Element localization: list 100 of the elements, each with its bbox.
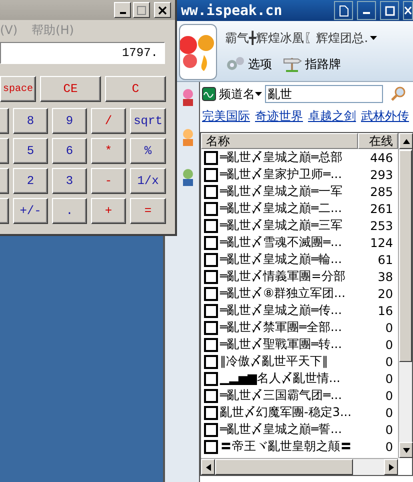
search-field[interactable]: 亂世 bbox=[265, 85, 383, 103]
category-link[interactable]: 武林外传 bbox=[361, 108, 409, 125]
column-header[interactable]: 在线 bbox=[358, 133, 398, 149]
checkbox[interactable] bbox=[204, 320, 218, 334]
category-link[interactable]: 完美国际 bbox=[202, 108, 250, 125]
channel-row[interactable]: ═亂世〆⑧群独立军团... 20 bbox=[201, 285, 398, 302]
fruit-logo-icon bbox=[179, 24, 217, 80]
channel-row[interactable]: ═亂世〆皇城之巔═輪... 61 bbox=[201, 251, 398, 268]
maximize-icon bbox=[384, 6, 394, 16]
search-icon[interactable] bbox=[390, 86, 406, 102]
online-count: 20 bbox=[376, 286, 394, 300]
channel-row[interactable]: ═亂世〆皇城之巔═二... 261 bbox=[201, 200, 398, 217]
channel-name: ═亂世〆皇城之巔═二... bbox=[220, 200, 343, 217]
channel-row[interactable]: 亂世〆幻魔军團-稳定3... 0 bbox=[201, 404, 398, 421]
caret-icon bbox=[255, 92, 262, 96]
checkbox[interactable] bbox=[204, 388, 218, 402]
checkbox[interactable] bbox=[204, 440, 218, 454]
checkbox[interactable] bbox=[204, 202, 218, 216]
calculator-key[interactable]: CE bbox=[40, 76, 101, 102]
checkbox[interactable] bbox=[204, 286, 218, 300]
calculator-key[interactable]: + bbox=[91, 198, 126, 224]
calculator-key[interactable]: 6 bbox=[52, 138, 87, 164]
online-count: 0 bbox=[384, 372, 394, 386]
toolbar-button[interactable]: 指路牌 bbox=[282, 56, 341, 72]
maximize-button[interactable] bbox=[380, 1, 399, 20]
online-count: 253 bbox=[369, 218, 394, 232]
online-count: 124 bbox=[369, 236, 394, 250]
channel-row[interactable]: ═亂世〆皇城之巔═一军 285 bbox=[201, 183, 398, 200]
online-count: 261 bbox=[369, 202, 394, 216]
up-arrow-icon bbox=[402, 138, 410, 144]
calculator-key[interactable]: +/- bbox=[13, 198, 48, 224]
channel-row[interactable]: ═亂世〆皇城之巔═传... 16 bbox=[201, 302, 398, 319]
checkbox[interactable] bbox=[204, 406, 218, 420]
calculator-key[interactable] bbox=[0, 108, 9, 134]
toolbar-button[interactable]: 选项 bbox=[225, 56, 272, 72]
column-header[interactable]: 名称 bbox=[201, 133, 358, 149]
channel-row[interactable]: ═亂世〆皇城之巔═总部 446 bbox=[201, 149, 398, 166]
channel-row[interactable]: ═亂世〆皇城之巔═誓... 0 bbox=[201, 421, 398, 438]
online-count: 0 bbox=[384, 338, 394, 352]
calculator-key[interactable]: / bbox=[91, 108, 126, 134]
scope-dropdown[interactable]: 频道名 bbox=[219, 86, 262, 102]
channel-row[interactable]: ═亂世〆雪魂不滅團═... 124 bbox=[201, 234, 398, 251]
channel-row[interactable]: ═亂世〆情義軍團=分部 38 bbox=[201, 268, 398, 285]
checkbox[interactable] bbox=[204, 304, 218, 318]
checkbox[interactable] bbox=[204, 168, 218, 182]
calculator-key[interactable]: - bbox=[91, 168, 126, 194]
channel-row[interactable]: ═亂世〆皇城之巔═三军 253 bbox=[201, 217, 398, 234]
calculator-display: 1797. bbox=[0, 42, 165, 64]
checkbox[interactable] bbox=[204, 236, 218, 250]
checkbox[interactable] bbox=[204, 252, 218, 266]
checkbox[interactable] bbox=[204, 372, 218, 386]
online-count: 293 bbox=[369, 168, 394, 182]
online-count: 0 bbox=[384, 354, 394, 368]
channel-name: ═亂世〆情義軍團=分部 bbox=[220, 268, 346, 285]
channel-name: ═亂世〆皇家护卫师═... bbox=[220, 166, 343, 183]
channel-row[interactable]: 〓帝王ヾ亂世皇朝之颠〓 0 bbox=[201, 438, 398, 455]
calculator-key[interactable]: 5 bbox=[13, 138, 48, 164]
note-button[interactable] bbox=[334, 1, 353, 20]
calculator-key[interactable]: 2 bbox=[13, 168, 48, 194]
channel-row[interactable]: ═亂世〆皇家护卫师═... 293 bbox=[201, 166, 398, 183]
calculator-key[interactable]: % bbox=[130, 138, 166, 164]
checkbox[interactable] bbox=[204, 218, 218, 232]
online-count: 38 bbox=[376, 270, 394, 284]
checkbox[interactable] bbox=[204, 354, 218, 368]
channel-row[interactable]: ▁▂▅▆名人〆亂世情... 0 bbox=[201, 370, 398, 387]
calculator-key[interactable] bbox=[0, 168, 9, 194]
calculator-key[interactable] bbox=[0, 198, 9, 224]
channel-row[interactable]: ═亂世〆禁軍團═全部... 0 bbox=[201, 319, 398, 336]
channel-name: ═亂世〆三国霸气团═... bbox=[220, 387, 343, 404]
online-count: 0 bbox=[384, 440, 394, 454]
calculator-key[interactable]: . bbox=[52, 198, 87, 224]
checkbox[interactable] bbox=[204, 184, 218, 198]
calculator-key[interactable]: 1/x bbox=[130, 168, 166, 194]
user-name[interactable]: 霸气╋辉煌冰凰〖辉煌团总. bbox=[225, 30, 378, 46]
channel-row[interactable]: ═亂世〆三国霸气团═... 0 bbox=[201, 387, 398, 404]
calculator-key[interactable]: 9 bbox=[52, 108, 87, 134]
calculator-key[interactable]: C bbox=[105, 76, 166, 102]
left-arrow-icon bbox=[206, 464, 210, 470]
calculator-key[interactable]: 8 bbox=[13, 108, 48, 134]
calculator-key[interactable]: = bbox=[130, 198, 166, 224]
checkbox[interactable] bbox=[204, 150, 218, 164]
channel-name: ▁▂▅▆名人〆亂世情... bbox=[220, 370, 342, 387]
calculator-key[interactable]: space bbox=[0, 76, 36, 102]
category-link[interactable]: 卓越之剑 bbox=[308, 108, 356, 125]
calculator-key[interactable] bbox=[0, 138, 9, 164]
vertical-scrollbar[interactable] bbox=[398, 133, 412, 458]
window-title: ww.ispeak.cn bbox=[181, 2, 284, 18]
horizontal-scrollbar[interactable] bbox=[201, 458, 398, 475]
checkbox[interactable] bbox=[204, 270, 218, 284]
channel-row[interactable]: ═亂世〆聖戰軍團═转... 0 bbox=[201, 336, 398, 353]
category-link[interactable]: 奇迹世界 bbox=[255, 108, 303, 125]
calculator-key[interactable]: sqrt bbox=[130, 108, 166, 134]
channel-name: ═亂世〆⑧群独立军团... bbox=[220, 285, 346, 302]
calculator-key[interactable]: 3 bbox=[52, 168, 87, 194]
channel-row[interactable]: ‖冷傲〆亂世平天下‖ 0 bbox=[201, 353, 398, 370]
calculator-key[interactable]: * bbox=[91, 138, 126, 164]
checkbox[interactable] bbox=[204, 422, 218, 436]
close-button[interactable] bbox=[403, 1, 413, 20]
minimize-button[interactable] bbox=[357, 1, 376, 20]
checkbox[interactable] bbox=[204, 338, 218, 352]
